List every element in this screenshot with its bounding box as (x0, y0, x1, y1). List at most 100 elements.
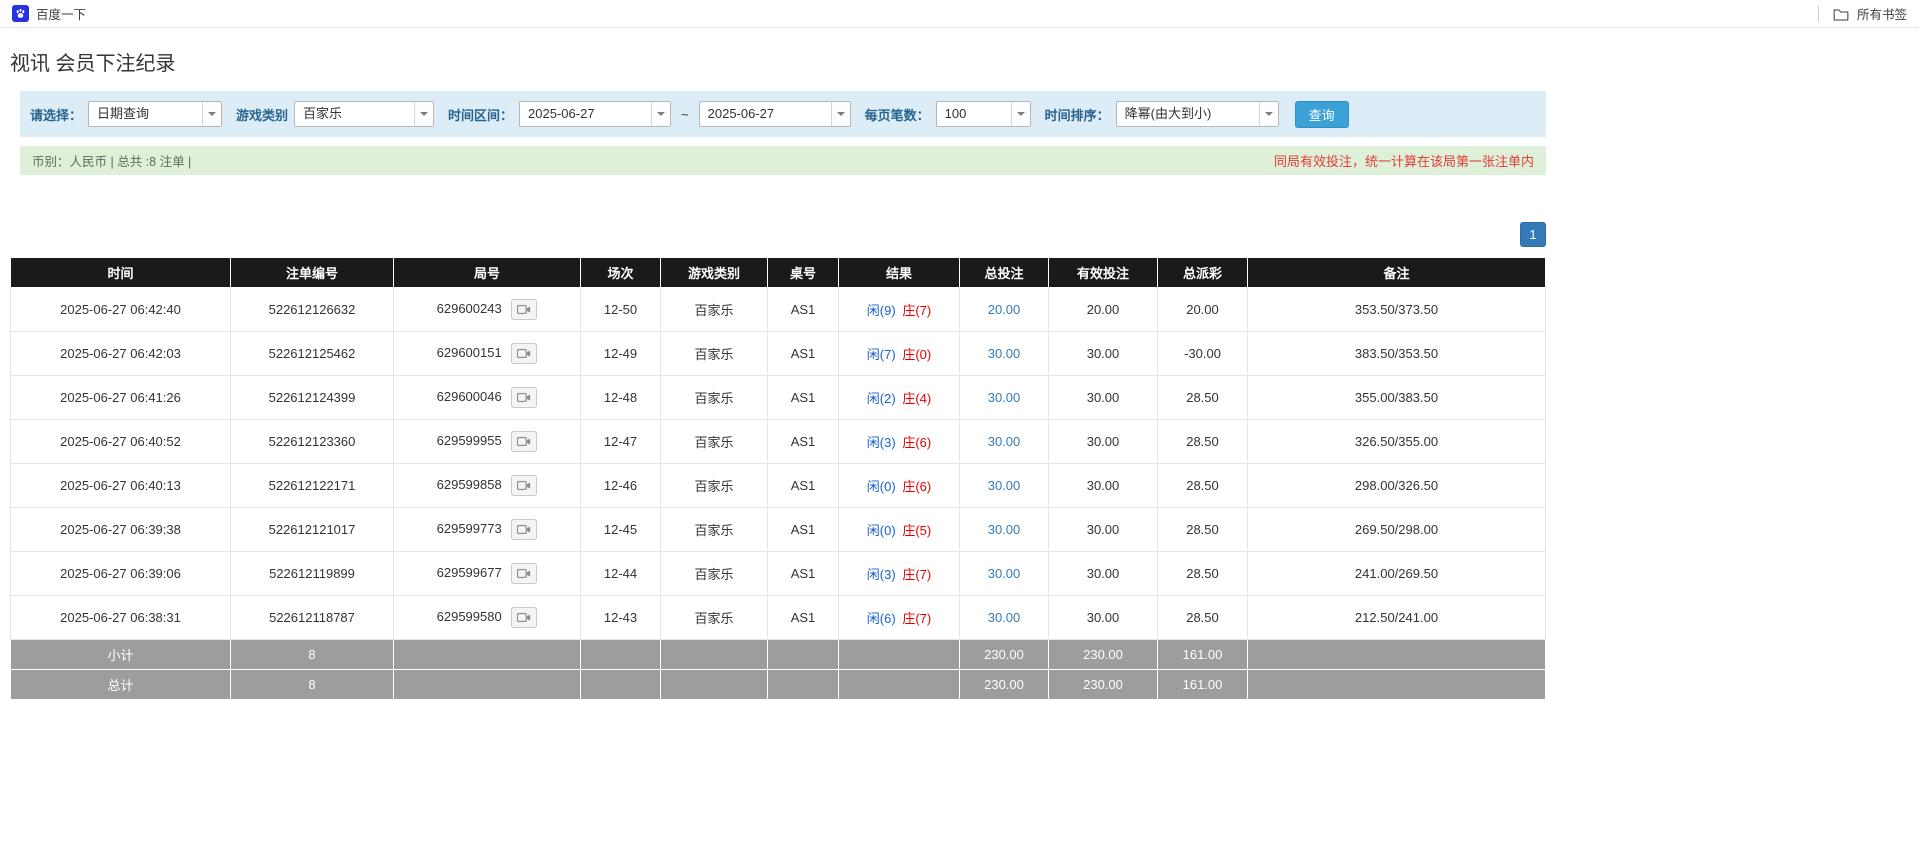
table-row: 2025-06-27 06:42:03 522612125462 6296001… (10, 331, 1546, 376)
column-header-payout: 总派彩 (1157, 257, 1248, 288)
cell-session: 12-48 (580, 375, 661, 420)
time-sort-select[interactable]: 降幂(由大到小) (1115, 101, 1279, 127)
total-bet-link[interactable]: 30.00 (988, 434, 1021, 449)
table-row: 2025-06-27 06:38:31 522612118787 6295995… (10, 595, 1546, 640)
chevron-down-icon[interactable] (414, 102, 434, 126)
cell-note: 269.50/298.00 (1247, 507, 1546, 552)
total-valid-bet: 230.00 (1048, 669, 1158, 700)
cell-session: 12-46 (580, 463, 661, 508)
cell-bet-id: 522612123360 (230, 419, 394, 464)
round-id-text: 629599858 (436, 476, 502, 492)
cell-bet-id: 522612119899 (230, 551, 394, 596)
video-camera-icon[interactable] (511, 607, 538, 628)
cell-game-type: 百家乐 (660, 419, 768, 464)
video-camera-icon[interactable] (511, 387, 538, 408)
result-player: 闲(3) (866, 567, 896, 582)
date-from-value: 2025-06-27 (528, 106, 595, 121)
search-button[interactable]: 查询 (1294, 100, 1349, 128)
video-camera-icon[interactable] (511, 299, 538, 320)
total-bet-link[interactable]: 30.00 (988, 346, 1021, 361)
total-bet-link[interactable]: 20.00 (988, 302, 1021, 317)
cell-round-id: 629599773 (393, 507, 581, 552)
video-camera-icon[interactable] (511, 475, 538, 496)
cell-game-type: 百家乐 (660, 287, 768, 332)
cell-game-type: 百家乐 (660, 331, 768, 376)
cell-game-type: 百家乐 (660, 551, 768, 596)
cell-note: 355.00/383.50 (1247, 375, 1546, 420)
date-to-value: 2025-06-27 (707, 106, 775, 121)
chevron-down-icon[interactable] (1258, 102, 1278, 126)
column-header-valid-bet: 有效投注 (1048, 257, 1158, 288)
cell-result: 闲(6) 庄(7) (838, 595, 960, 640)
game-type-label: 游戏类别 (236, 107, 289, 123)
notice-text: 同局有效投注，统一计算在该局第一张注单内 (1273, 154, 1534, 169)
cell-table-no: AS1 (767, 595, 839, 640)
total-label: 总计 (10, 669, 231, 700)
cell-table-no: AS1 (767, 419, 839, 464)
cell-total-bet: 30.00 (959, 595, 1049, 640)
video-camera-icon[interactable] (511, 431, 538, 452)
subtotal-total-bet: 230.00 (959, 639, 1049, 670)
bookmark-baidu-label: 百度一下 (36, 8, 87, 22)
page-size-value: 100 (944, 106, 967, 121)
cell-session: 12-49 (580, 331, 661, 376)
page-size-select[interactable]: 100 (935, 101, 1031, 127)
table-header-row: 时间 注单编号 局号 场次 游戏类别 桌号 结果 总投注 有效投注 总派彩 备注 (10, 257, 1546, 288)
date-from-input[interactable]: 2025-06-27 (519, 101, 672, 127)
time-sort-label: 时间排序： (1044, 107, 1110, 123)
chevron-down-icon[interactable] (830, 102, 850, 126)
currency-total-text: 币别：人民币 | 总共 :8 注单 | (32, 155, 192, 169)
cell-valid-bet: 30.00 (1048, 595, 1158, 640)
game-type-select[interactable]: 百家乐 (294, 101, 435, 127)
result-banker: 庄(7) (902, 303, 932, 318)
cell-note: 241.00/269.50 (1247, 551, 1546, 596)
chevron-down-icon[interactable] (1010, 102, 1030, 126)
column-header-table-no: 桌号 (767, 257, 839, 288)
result-player: 闲(0) (866, 523, 896, 538)
all-bookmarks-button[interactable]: 所有书签 (1857, 4, 1907, 23)
cell-game-type: 百家乐 (660, 595, 768, 640)
cell-table-no: AS1 (767, 375, 839, 420)
cell-time: 2025-06-27 06:39:38 (10, 507, 231, 552)
query-type-value: 日期查询 (97, 106, 150, 121)
cell-payout: 20.00 (1157, 287, 1248, 332)
total-bet-link[interactable]: 30.00 (988, 610, 1021, 625)
table-body: 2025-06-27 06:42:40 522612126632 6296002… (10, 287, 1546, 640)
total-bet-link[interactable]: 30.00 (988, 522, 1021, 537)
cell-payout: 28.50 (1157, 507, 1248, 552)
bet-records-table: 时间 注单编号 局号 场次 游戏类别 桌号 结果 总投注 有效投注 总派彩 备注… (10, 257, 1546, 700)
total-bet-link[interactable]: 30.00 (988, 478, 1021, 493)
page-number-button[interactable]: 1 (1520, 222, 1546, 247)
video-camera-icon[interactable] (511, 563, 538, 584)
total-bet-link[interactable]: 30.00 (988, 566, 1021, 581)
bookmark-baidu[interactable]: 百度一下 (12, 4, 86, 23)
chevron-down-icon[interactable] (202, 102, 222, 126)
cell-round-id: 629600243 (393, 287, 581, 332)
subtotal-label: 小计 (10, 639, 231, 670)
time-sort-value: 降幂(由大到小) (1124, 106, 1212, 121)
total-payout: 161.00 (1157, 669, 1248, 700)
column-header-result: 结果 (838, 257, 960, 288)
cell-time: 2025-06-27 06:40:52 (10, 419, 231, 464)
table-row: 2025-06-27 06:40:13 522612122171 6295998… (10, 463, 1546, 508)
query-type-select[interactable]: 日期查询 (88, 101, 223, 127)
cell-bet-id: 522612124399 (230, 375, 394, 420)
cell-result: 闲(3) 庄(6) (838, 419, 960, 464)
table-row: 2025-06-27 06:39:06 522612119899 6295996… (10, 551, 1546, 596)
cell-round-id: 629600046 (393, 375, 581, 420)
cell-valid-bet: 30.00 (1048, 419, 1158, 464)
cell-payout: 28.50 (1157, 375, 1248, 420)
cell-session: 12-45 (580, 507, 661, 552)
round-id-text: 629600046 (436, 388, 502, 404)
cell-total-bet: 30.00 (959, 331, 1049, 376)
subtotal-row: 小计 8 230.00 230.00 161.00 (10, 639, 1546, 670)
date-to-input[interactable]: 2025-06-27 (698, 101, 851, 127)
cell-bet-id: 522612125462 (230, 331, 394, 376)
video-camera-icon[interactable] (511, 519, 538, 540)
chevron-down-icon[interactable] (651, 102, 671, 126)
result-banker: 庄(4) (902, 391, 932, 406)
cell-table-no: AS1 (767, 331, 839, 376)
video-camera-icon[interactable] (511, 343, 538, 364)
total-bet-link[interactable]: 30.00 (988, 390, 1021, 405)
subtotal-count: 8 (230, 639, 394, 670)
